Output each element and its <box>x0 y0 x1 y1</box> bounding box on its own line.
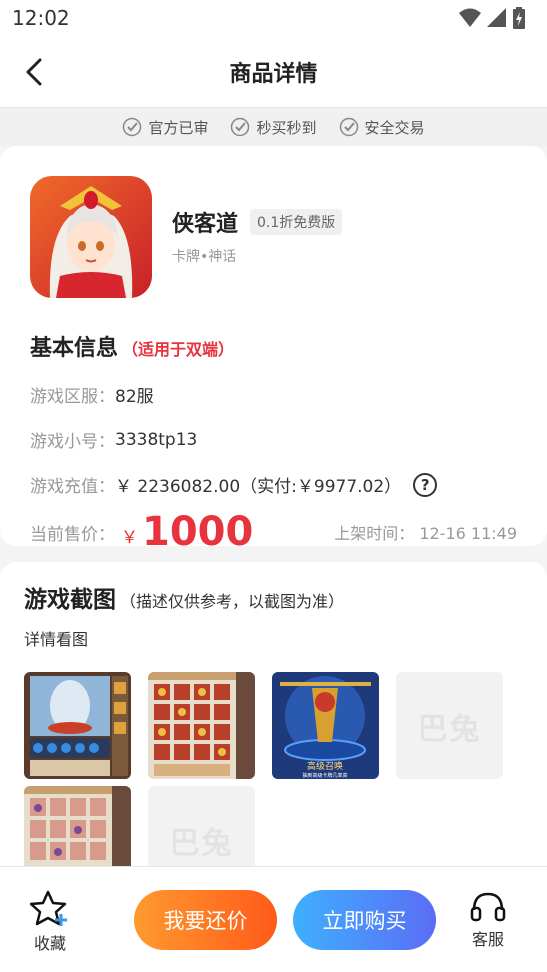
price-currency: ￥ <box>121 527 138 548</box>
check-circle-icon <box>231 117 250 137</box>
back-button[interactable] <box>18 56 50 88</box>
wifi-icon <box>459 8 481 27</box>
screenshot-image <box>148 672 255 779</box>
bottom-action-bar: 收藏 我要还价 立即购买 客服 <box>0 866 547 972</box>
placeholder-logo: 巴兔 <box>169 825 234 861</box>
guarantee-item: 安全交易 <box>339 117 425 138</box>
back-icon <box>26 58 42 86</box>
check-circle-icon <box>123 117 142 137</box>
status-time: 12:02 <box>12 6 70 30</box>
price-label: 当前售价： <box>30 524 115 545</box>
screenshots-card: 游戏截图 （描述仅供参考，以截图为准） 详情看图 高级召唤 抽到高级卡牌几率高 … <box>0 562 547 882</box>
account-value: 3338tp13 <box>115 429 198 450</box>
list-time: 上架时间： 12-16 11:49 <box>334 520 517 544</box>
game-meta: 侠客道 0.1折免费版 卡牌•神话 <box>172 206 343 266</box>
customer-service-button[interactable]: 客服 <box>438 890 538 950</box>
battery-icon <box>513 7 525 29</box>
game-category: 卡牌•神话 <box>172 249 237 265</box>
basic-info-note: （适用于双端） <box>122 340 235 359</box>
server-row: 游戏区服： 82服 <box>30 382 517 407</box>
screenshots-title: 游戏截图 <box>24 587 116 613</box>
placeholder-logo: 巴兔 <box>417 711 482 747</box>
basic-info-title: 基本信息 <box>30 336 119 361</box>
game-character-illustration <box>30 176 152 298</box>
account-row: 游戏小号： 3338tp13 <box>30 427 517 453</box>
screenshots-header: 游戏截图 （描述仅供参考，以截图为准） <box>24 580 523 614</box>
signal-icon <box>487 8 506 27</box>
price-value: 1000 <box>142 509 254 555</box>
screenshot-thumbnail[interactable]: 高级召唤 抽到高级卡牌几率高 <box>272 672 379 779</box>
screenshots-note: （描述仅供参考，以截图为准） <box>120 592 345 611</box>
service-label: 客服 <box>471 929 504 949</box>
list-time-label: 上架时间： <box>334 524 415 543</box>
guarantee-bar: 官方已审 秒买秒到 安全交易 <box>0 108 547 146</box>
page-title: 商品详情 <box>229 61 318 87</box>
star-plus-icon <box>30 890 67 926</box>
game-header: 侠客道 0.1折免费版 卡牌•神话 <box>30 176 517 298</box>
guarantee-item: 秒买秒到 <box>230 117 317 138</box>
buy-now-button[interactable]: 立即购买 <box>293 889 436 950</box>
screenshot-thumbnail[interactable] <box>148 672 255 779</box>
list-time-value: 12-16 11:49 <box>419 524 517 543</box>
check-circle-icon <box>339 117 358 137</box>
header: 商品详情 <box>0 36 547 108</box>
help-icon[interactable]: ? <box>413 472 438 497</box>
favorite-label: 收藏 <box>33 933 66 953</box>
server-label: 游戏区服： <box>30 387 115 407</box>
account-label: 游戏小号： <box>30 432 115 452</box>
game-icon[interactable] <box>30 176 152 298</box>
guarantee-label: 官方已审 <box>148 118 209 137</box>
game-name: 侠客道 <box>172 212 239 237</box>
server-value: 82服 <box>115 387 154 407</box>
screenshot-thumbnail[interactable] <box>24 672 131 779</box>
screenshot-overlay-title: 高级召唤 <box>307 760 343 772</box>
screenshot-placeholder[interactable]: 巴兔 <box>396 672 503 779</box>
status-icons <box>459 7 525 29</box>
screenshots-subtitle: 详情看图 <box>24 630 89 649</box>
favorite-button[interactable]: 收藏 <box>0 890 100 954</box>
screenshot-image: 高级召唤 抽到高级卡牌几率高 <box>272 672 379 779</box>
guarantee-label: 秒买秒到 <box>256 118 317 137</box>
status-bar: 12:02 <box>0 0 547 36</box>
recharge-value: ￥ 2236082.00（实付:￥9977.02） <box>115 477 402 497</box>
game-version-tag: 0.1折免费版 <box>250 209 343 235</box>
screenshot-overlay-subtitle: 抽到高级卡牌几率高 <box>302 772 347 779</box>
screenshot-image <box>24 672 131 779</box>
bargain-button[interactable]: 我要还价 <box>134 889 277 950</box>
guarantee-item: 官方已审 <box>122 117 208 138</box>
price-row: 当前售价： ￥ 1000 上架时间： 12-16 11:49 <box>30 509 517 555</box>
guarantee-label: 安全交易 <box>364 118 425 137</box>
recharge-row: 游戏充值： ￥ 2236082.00（实付:￥9977.02） ? <box>30 472 517 497</box>
recharge-label: 游戏充值： <box>30 477 115 497</box>
headset-icon <box>470 892 506 921</box>
product-info-card: 侠客道 0.1折免费版 卡牌•神话 基本信息 （适用于双端） 游戏区服： 82服… <box>0 146 547 555</box>
basic-info-header: 基本信息 （适用于双端） <box>30 330 517 362</box>
